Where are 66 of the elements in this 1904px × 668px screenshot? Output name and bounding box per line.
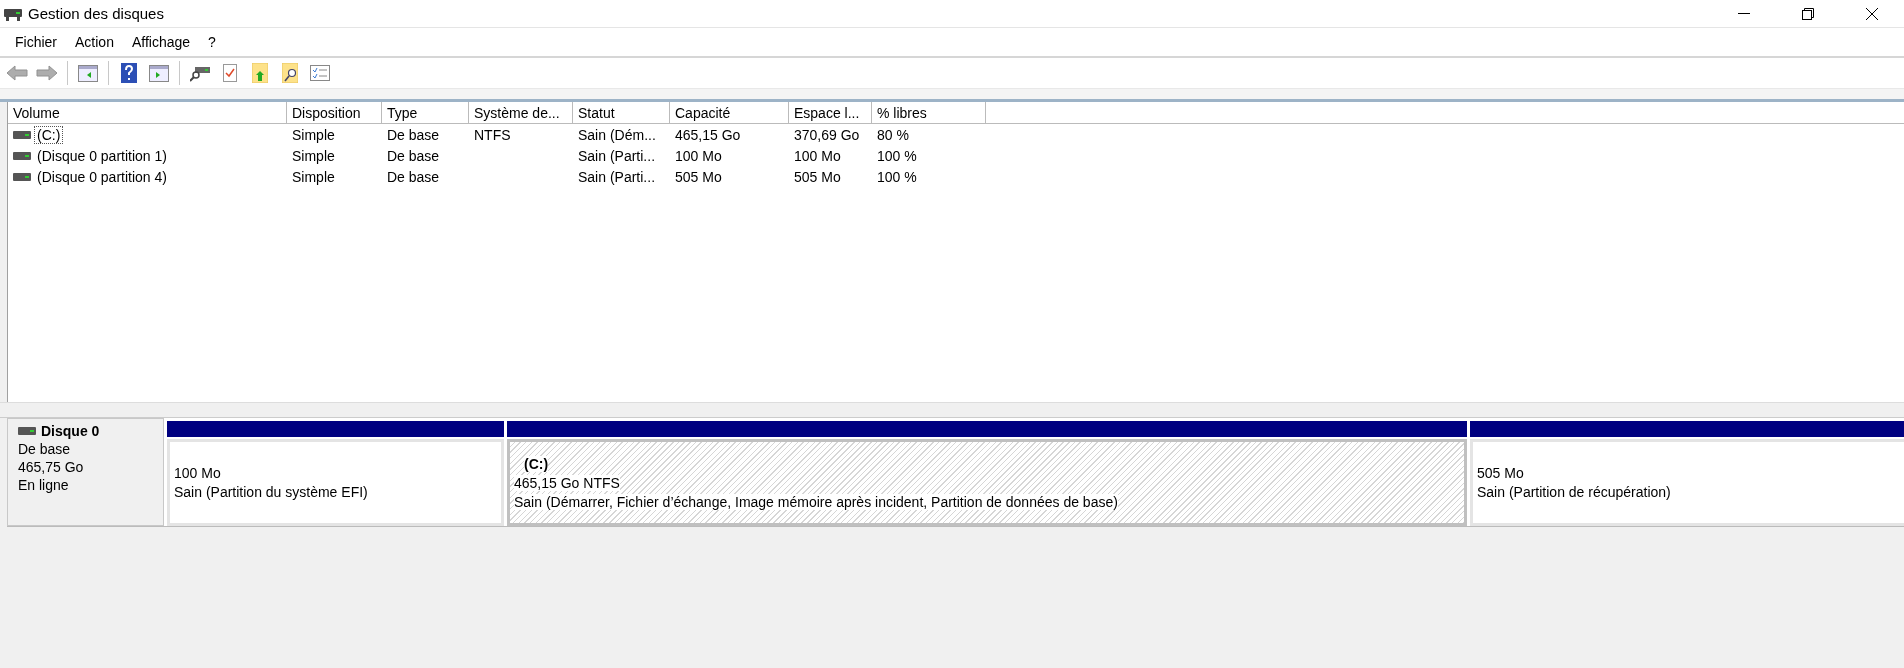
- table-cell: 100 %: [877, 147, 917, 164]
- help-icon: [121, 63, 137, 83]
- list-icon: [310, 65, 330, 81]
- table-cell: 100 Mo: [675, 147, 722, 164]
- forward-arrow-icon: [36, 65, 58, 81]
- disk-name: Disque 0: [41, 423, 100, 439]
- table-cell: Sain (Parti...: [578, 147, 656, 164]
- disk-type: De base: [18, 441, 72, 457]
- table-cell-text: (Disque 0 partition 4): [36, 168, 168, 185]
- table-cell: 505 Mo: [794, 168, 841, 185]
- window-title: Gestion des disques: [28, 5, 165, 22]
- partition-block[interactable]: 100 Mo Sain (Partition du système EFI): [167, 439, 504, 526]
- disk-search-icon: [190, 64, 210, 82]
- disk-size: 465,75 Go: [18, 459, 85, 475]
- column-header[interactable]: Statut: [573, 102, 670, 124]
- column-header[interactable]: Capacité: [670, 102, 789, 124]
- table-cell: 100 %: [877, 168, 917, 185]
- column-header[interactable]: Système de...: [469, 102, 573, 124]
- table-cell: 100 Mo: [794, 147, 841, 164]
- column-header[interactable]: Volume: [8, 102, 287, 124]
- table-cell: (C:): [35, 126, 63, 143]
- restore-icon: [1802, 7, 1814, 20]
- partition-size: 505 Mo: [1477, 465, 1524, 481]
- minimize-icon: [1738, 12, 1750, 15]
- table-cell: NTFS: [474, 126, 511, 143]
- partition-size: 100 Mo: [174, 465, 221, 481]
- column-header[interactable]: % libres: [872, 102, 986, 124]
- table-cell: 505 Mo: [675, 168, 722, 185]
- table-cell: Simple: [292, 126, 335, 143]
- partition-status: Sain (Démarrer, Fichier d’échange, Image mémoire après incident, Partition de données de base): [514, 493, 1118, 510]
- table-cell: De base: [387, 147, 440, 164]
- drive-icon: [13, 130, 31, 139]
- drive-icon: [13, 172, 31, 181]
- menu-item[interactable]: Fichier: [6, 30, 66, 54]
- pane-icon: [149, 64, 169, 82]
- folder-search-icon: [282, 63, 298, 83]
- table-cell: De base: [387, 168, 440, 185]
- table-cell: Sain (Dém...: [578, 126, 656, 143]
- partition-status: Sain (Partition du système EFI): [174, 484, 368, 500]
- table-cell: Sain (Parti...: [578, 168, 656, 185]
- table-cell: 80 %: [877, 126, 909, 143]
- table-cell: 465,15 Go: [675, 126, 741, 143]
- close-icon: [1866, 7, 1878, 20]
- column-header[interactable]: Espace l...: [789, 102, 872, 124]
- folder-up-icon: [252, 63, 268, 83]
- partition-status: Sain (Partition de récupération): [1477, 484, 1671, 500]
- partition-block[interactable]: (C:) 465,15 Go NTFS Sain (Démarrer, Fichier d’échange, Image mémoire après incident, Partition de données de base): [507, 439, 1467, 526]
- table-cell-text: (Disque 0 partition 1): [36, 147, 168, 164]
- table-cell: De base: [387, 126, 440, 143]
- back-arrow-icon: [6, 65, 28, 81]
- table-cell: Simple: [292, 168, 335, 185]
- table-cell: Simple: [292, 147, 335, 164]
- disk-status: En ligne: [18, 477, 70, 493]
- disk-drive-icon: [4, 6, 22, 21]
- partition-block[interactable]: 505 Mo Sain (Partition de récupération): [1470, 439, 1904, 526]
- menu-item[interactable]: Action: [66, 30, 123, 54]
- drive-icon: [13, 151, 31, 160]
- column-header[interactable]: Disposition: [287, 102, 382, 124]
- menu-item[interactable]: ?: [199, 30, 225, 54]
- pane-icon: [78, 64, 98, 82]
- partition-label: (C:): [524, 455, 549, 472]
- document-check-icon: [223, 64, 237, 82]
- table-cell: 370,69 Go: [794, 126, 860, 143]
- column-header[interactable]: Type: [382, 102, 469, 124]
- partition-size: 465,15 Go NTFS: [514, 474, 620, 491]
- menu-item[interactable]: Affichage: [122, 30, 200, 54]
